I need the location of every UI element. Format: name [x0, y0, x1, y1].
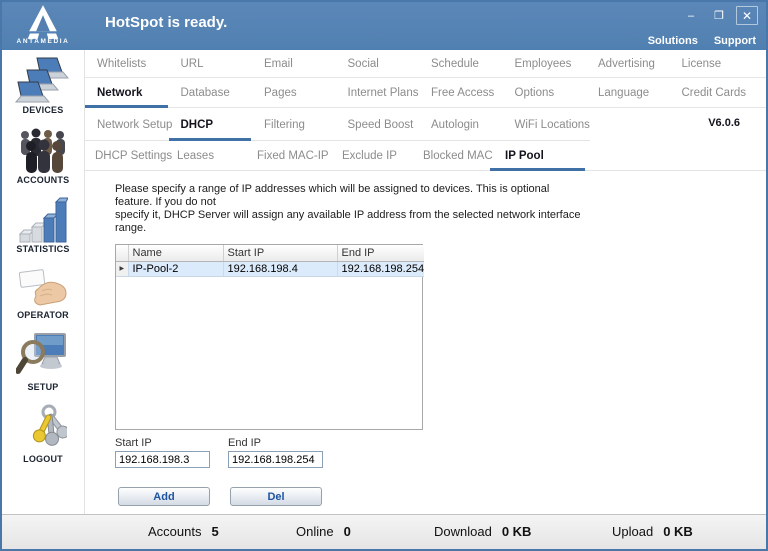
menu-row-2: Network Database Pages Internet Plans Fr…	[85, 78, 766, 108]
del-button[interactable]: Del	[230, 487, 322, 506]
solutions-link[interactable]: Solutions	[648, 35, 698, 47]
tab-credit-cards[interactable]: Credit Cards	[670, 78, 754, 107]
tab-speed-boost[interactable]: Speed Boost	[336, 108, 420, 141]
tab-email[interactable]: Email	[252, 50, 336, 77]
sidebar-item-label: LOGOUT	[23, 454, 63, 464]
add-button[interactable]: Add	[118, 487, 210, 506]
ip-range-form: Start IP End IP	[115, 437, 766, 468]
devices-icon	[15, 57, 70, 103]
tab-employees[interactable]: Employees	[503, 50, 587, 77]
tab-wifi-locations[interactable]: WiFi Locations	[503, 108, 590, 141]
version-label: V6.0.6	[708, 117, 740, 129]
tab-network[interactable]: Network	[85, 78, 169, 108]
support-link[interactable]: Support	[714, 35, 756, 47]
tab-url[interactable]: URL	[169, 50, 253, 77]
setup-icon	[16, 333, 66, 374]
title-bar: ANTAMEDIA HotSpot is ready. – ❐ ✕ Soluti…	[2, 2, 766, 50]
sidebar-item-label: STATISTICS	[16, 244, 70, 254]
main-area: Whitelists URL Email Social Schedule Emp…	[85, 50, 766, 514]
tab-schedule[interactable]: Schedule	[419, 50, 503, 77]
column-header-end-ip[interactable]: End IP	[337, 245, 424, 262]
minimize-button[interactable]: –	[680, 6, 702, 25]
cell-name: IP-Pool-2	[128, 261, 224, 277]
tab-blocked-mac[interactable]: Blocked MAC	[423, 141, 493, 170]
brand-text: ANTAMEDIA	[16, 38, 70, 45]
tab-fixed-mac-ip[interactable]: Fixed MAC-IP	[257, 141, 329, 170]
menu-row-1: Whitelists URL Email Social Schedule Emp…	[85, 50, 766, 78]
sidebar-item-logout[interactable]: LOGOUT	[19, 403, 67, 464]
app-window: ANTAMEDIA HotSpot is ready. – ❐ ✕ Soluti…	[0, 0, 768, 551]
statistics-icon	[18, 197, 68, 243]
column-header-name[interactable]: Name	[128, 245, 224, 262]
cell-end-ip: 192.168.198.254	[337, 261, 424, 277]
tab-ip-pool[interactable]: IP Pool	[490, 141, 585, 171]
operator-icon	[18, 269, 67, 306]
restore-button[interactable]: ❐	[708, 6, 730, 25]
row-selector-header	[116, 245, 129, 262]
column-header-start-ip[interactable]: Start IP	[223, 245, 338, 262]
status-bar: Accounts 5 Online 0 Download 0 KB Upload 0 K…	[2, 514, 766, 549]
description-text: Please specify a range of IP addresses w…	[115, 183, 581, 234]
ip-pool-grid: Name Start IP End IP ▶ IP-Pool-2 192.168…	[115, 244, 424, 430]
start-ip-label: Start IP	[115, 437, 152, 449]
upload-stat: Upload 0 KB	[612, 524, 693, 539]
sidebar-item-operator[interactable]: OPERATOR	[16, 265, 70, 320]
tab-exclude-ip[interactable]: Exclude IP	[342, 141, 397, 170]
logo-a-icon	[27, 5, 59, 39]
close-button[interactable]: ✕	[736, 6, 758, 25]
tab-language[interactable]: Language	[586, 78, 670, 107]
tab-whitelists[interactable]: Whitelists	[85, 50, 169, 77]
sidebar-item-setup[interactable]: SETUP	[16, 331, 70, 392]
sidebar-item-devices[interactable]: DEVICES	[15, 57, 71, 115]
menu-row-3: Network Setup DHCP Filtering Speed Boost…	[85, 108, 766, 141]
sidebar-item-label: ACCOUNTS	[16, 175, 70, 185]
logout-icon	[32, 404, 67, 446]
accounts-stat: Accounts 5	[148, 524, 219, 539]
tab-license[interactable]: License	[670, 50, 754, 77]
tab-leases[interactable]: Leases	[177, 141, 214, 170]
sidebar-item-accounts[interactable]: ACCOUNTS	[17, 126, 70, 185]
sidebar-item-label: OPERATOR	[17, 310, 69, 320]
tab-dhcp[interactable]: DHCP	[168, 108, 253, 141]
end-ip-label: End IP	[228, 437, 262, 449]
tab-options[interactable]: Options	[503, 78, 587, 107]
tab-internet-plans[interactable]: Internet Plans	[336, 78, 420, 107]
tab-social[interactable]: Social	[336, 50, 420, 77]
end-ip-input[interactable]	[228, 451, 323, 468]
sidebar-item-statistics[interactable]: STATISTICS	[16, 196, 69, 254]
accounts-icon	[20, 128, 65, 173]
table-row[interactable]: ▶ IP-Pool-2 192.168.198.4 192.168.198.25…	[116, 261, 424, 277]
tab-advertising[interactable]: Advertising	[586, 50, 670, 77]
window-title: HotSpot is ready.	[105, 14, 228, 31]
download-stat: Download 0 KB	[434, 524, 532, 539]
ip-pool-panel: Please specify a range of IP addresses w…	[85, 171, 766, 506]
online-stat: Online 0	[296, 524, 351, 539]
tab-free-access[interactable]: Free Access	[419, 78, 503, 107]
tab-dhcp-settings[interactable]: DHCP Settings	[95, 141, 172, 170]
tab-pages[interactable]: Pages	[252, 78, 336, 107]
tab-network-setup[interactable]: Network Setup	[85, 108, 172, 141]
tab-database[interactable]: Database	[169, 78, 253, 107]
sidebar-item-label: DEVICES	[22, 105, 64, 115]
cell-start-ip: 192.168.198.4	[223, 261, 338, 277]
tab-autologin[interactable]: Autologin	[419, 108, 503, 141]
antamedia-logo: ANTAMEDIA	[2, 2, 84, 50]
row-marker-icon: ▶	[116, 261, 129, 277]
sidebar: DEVICES ACCOUNTS STATISTICS OPERATOR SET…	[2, 50, 85, 514]
tab-filtering[interactable]: Filtering	[252, 108, 336, 141]
start-ip-input[interactable]	[115, 451, 210, 468]
menu-row-4: DHCP Settings Leases Fixed MAC-IP Exclud…	[85, 141, 766, 171]
sidebar-item-label: SETUP	[27, 382, 59, 392]
